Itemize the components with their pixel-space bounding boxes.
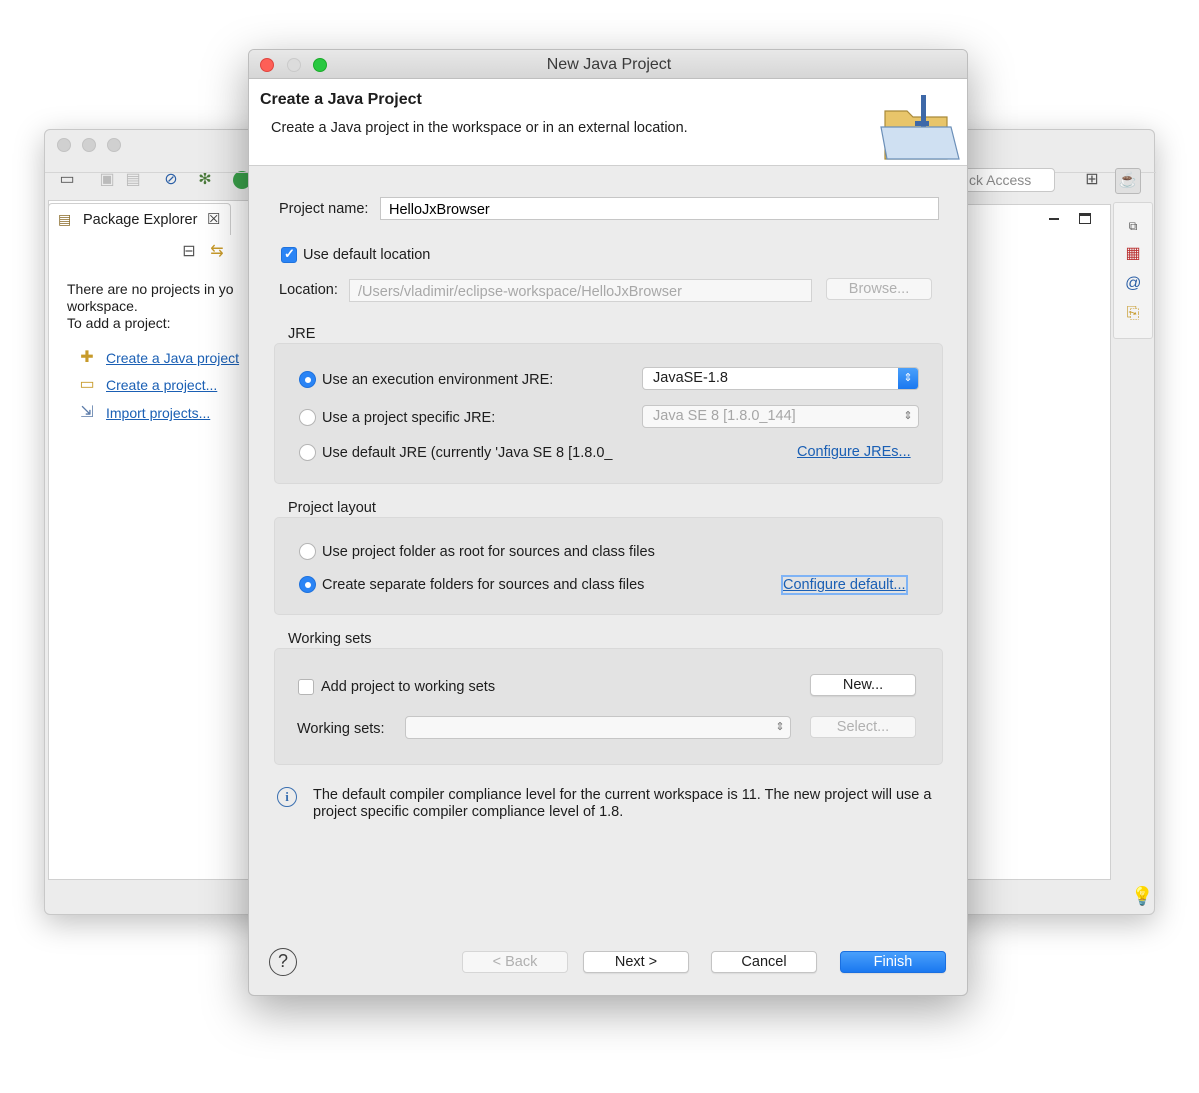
next-button[interactable]: Next > [583, 951, 689, 973]
minimize-button-inactive[interactable] [82, 138, 96, 152]
banner-title: Create a Java Project [260, 91, 422, 108]
default-jre-radio[interactable] [299, 444, 316, 461]
project-layout-section-title: Project layout [288, 500, 376, 516]
working-sets-select[interactable]: ⇕ [405, 716, 791, 739]
configure-jres-link[interactable]: Configure JREs... [797, 444, 911, 460]
outline-icon[interactable]: ▦ [1123, 245, 1143, 263]
minimized-views-strip: ⧉ ▦ @ ⎘ [1113, 202, 1153, 339]
create-java-project-link[interactable]: Create a Java project [106, 350, 239, 366]
link-with-editor-icon[interactable]: ⇆ [207, 243, 227, 261]
editor-area [965, 204, 1111, 880]
empty-message-line-2: workspace. [67, 298, 138, 314]
select-working-sets-button[interactable]: Select... [810, 716, 916, 738]
collapse-all-icon[interactable]: ⊟ [179, 243, 199, 261]
java-perspective-icon[interactable]: ☕ [1115, 168, 1141, 194]
package-explorer-panel: ⊟ ⇆ There are no projects in yo workspac… [48, 200, 262, 880]
declaration-icon[interactable]: ⎘ [1123, 305, 1143, 323]
open-perspective-icon[interactable]: ⊞ [1082, 171, 1102, 189]
default-jre-label: Use default JRE (currently 'Java SE 8 [1… [322, 445, 613, 461]
save-icon[interactable]: ▣ [97, 171, 117, 189]
select-stepper-icon: ⇕ [898, 368, 918, 389]
folder-as-root-radio[interactable] [299, 543, 316, 560]
minimize-view-icon[interactable] [1049, 218, 1059, 220]
project-layout-group: Use project folder as root for sources a… [274, 517, 943, 615]
execution-env-jre-radio[interactable] [299, 371, 316, 388]
project-icon: ▭ [79, 376, 95, 393]
save-all-icon[interactable]: ▤ [123, 171, 143, 189]
back-button[interactable]: < Back [462, 951, 568, 973]
quick-access-field[interactable]: ck Access [958, 168, 1055, 192]
package-explorer-tab-label: Package Explorer [83, 212, 198, 228]
close-tab-icon[interactable]: ☒ [207, 210, 220, 228]
banner-description: Create a Java project in the workspace o… [271, 120, 688, 136]
new-java-project-dialog: New Java Project Create a Java Project C… [248, 49, 968, 996]
dialog-titlebar: New Java Project [249, 50, 967, 79]
add-to-working-sets-label: Add project to working sets [321, 679, 496, 695]
package-explorer-tab[interactable]: ▤ Package Explorer ☒ [48, 203, 231, 235]
import-projects-link[interactable]: Import projects... [106, 405, 210, 421]
use-default-location-label: Use default location [303, 247, 431, 263]
execution-env-select[interactable]: JavaSE-1.8 ⇕ [642, 367, 919, 390]
new-working-set-button[interactable]: New... [810, 674, 916, 696]
jre-section-title: JRE [288, 326, 316, 342]
cancel-button[interactable]: Cancel [711, 951, 817, 973]
working-sets-group: Add project to working sets New... Worki… [274, 648, 943, 765]
finish-button[interactable]: Finish [840, 951, 946, 973]
separate-folders-label: Create separate folders for sources and … [322, 577, 645, 593]
new-wizard-icon[interactable]: ▭ [57, 171, 77, 189]
add-to-working-sets-checkbox[interactable] [298, 679, 314, 695]
toggle-breakpoints-icon[interactable]: ⊘ [161, 171, 181, 189]
help-icon[interactable]: ? [269, 948, 297, 976]
execution-env-jre-label: Use an execution environment JRE: [322, 372, 554, 388]
project-specific-jre-label: Use a project specific JRE: [322, 410, 496, 426]
configure-default-link[interactable]: Configure default... [781, 575, 908, 595]
empty-message-line-1: There are no projects in yo [67, 281, 234, 297]
select-stepper-icon: ⇕ [775, 721, 785, 733]
project-name-input[interactable] [380, 197, 939, 220]
compliance-info-message: The default compiler compliance level fo… [313, 787, 932, 820]
wizard-banner: Create a Java Project Create a Java proj… [249, 79, 967, 166]
close-button-inactive[interactable] [57, 138, 71, 152]
info-icon: i [277, 787, 297, 807]
working-sets-label: Working sets: [297, 721, 385, 737]
empty-message-line-3: To add a project: [67, 315, 171, 331]
debug-icon[interactable]: ✻ [195, 171, 215, 189]
project-name-label: Project name: [279, 201, 369, 217]
location-label: Location: [279, 282, 338, 298]
execution-env-value: JavaSE-1.8 [653, 370, 728, 386]
create-project-link[interactable]: Create a project... [106, 377, 217, 393]
java-project-icon: ✚ [80, 349, 94, 366]
project-specific-jre-select[interactable]: Java SE 8 [1.8.0_144] ⇕ [642, 405, 919, 428]
java-project-wizard-icon [880, 95, 960, 160]
use-default-location-checkbox[interactable] [281, 246, 297, 263]
zoom-button-inactive[interactable] [107, 138, 121, 152]
working-sets-section-title: Working sets [288, 631, 372, 647]
select-stepper-icon: ⇕ [903, 410, 913, 422]
dialog-title: New Java Project [546, 56, 672, 73]
separate-folders-radio[interactable] [299, 576, 316, 593]
location-input[interactable] [349, 279, 812, 302]
package-explorer-icon: ▤ [58, 211, 72, 227]
maximize-view-icon[interactable] [1079, 213, 1091, 224]
restore-icon[interactable]: ⧉ [1123, 217, 1143, 235]
folder-as-root-label: Use project folder as root for sources a… [322, 544, 655, 560]
browse-button[interactable]: Browse... [826, 278, 932, 300]
project-specific-jre-radio[interactable] [299, 409, 316, 426]
jre-group: Use an execution environment JRE: JavaSE… [274, 343, 943, 484]
javadoc-icon[interactable]: @ [1123, 275, 1143, 293]
import-icon: ⇲ [80, 404, 94, 421]
project-specific-jre-value: Java SE 8 [1.8.0_144] [653, 408, 796, 424]
tip-lightbulb-icon[interactable]: 💡 [1131, 886, 1153, 907]
